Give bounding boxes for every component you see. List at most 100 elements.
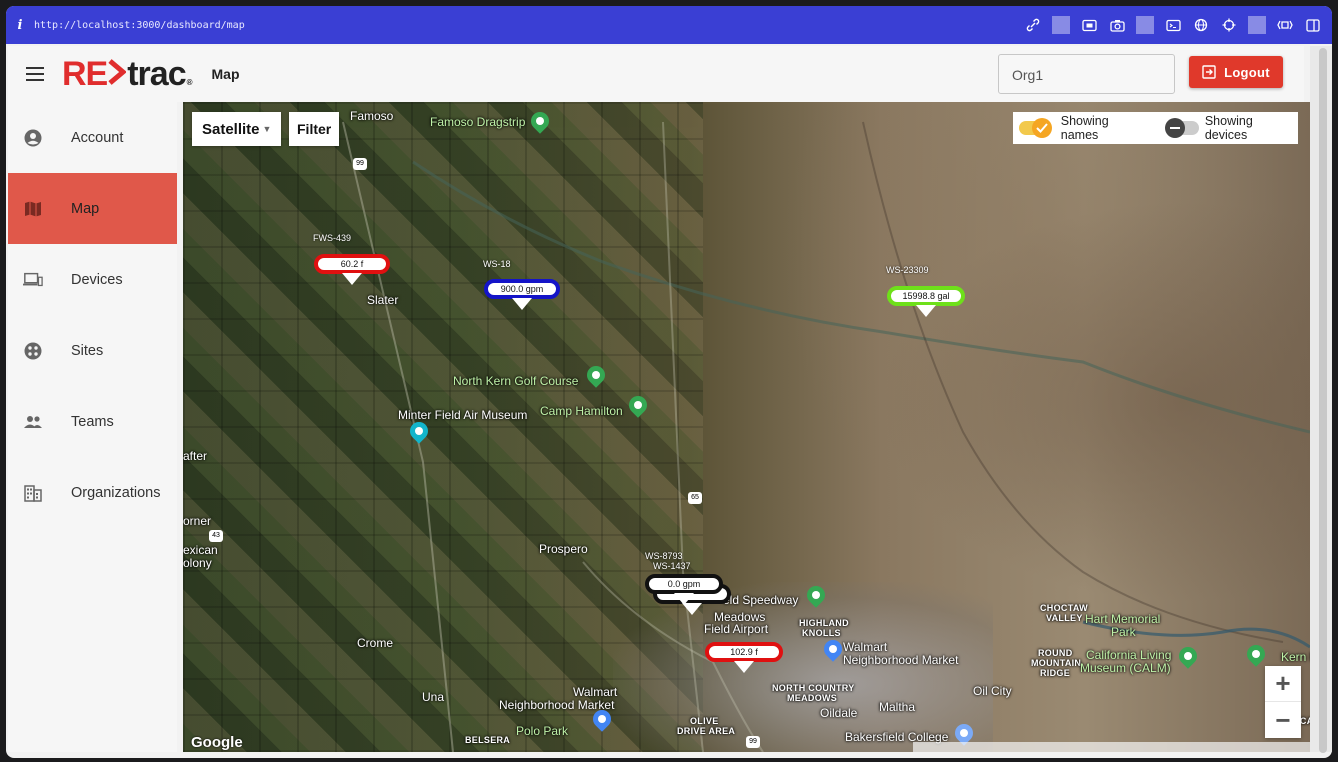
marker-pointer — [342, 273, 362, 285]
place-label: Neighborhood Market — [843, 653, 959, 667]
zoom-in-button[interactable]: + — [1265, 666, 1301, 702]
highway-shield: 99 — [353, 158, 367, 170]
logout-button[interactable]: Logout — [1189, 56, 1283, 88]
device-marker[interactable]: 102.9 f — [705, 642, 783, 673]
toolbar-separator — [1052, 16, 1070, 34]
marker-pointer — [512, 298, 532, 310]
map-toggles: Showing names Showing devices — [1013, 112, 1298, 144]
browser-window: i http://localhost:3000/dashboard/map RE… — [6, 6, 1332, 758]
org-select[interactable]: Org1 — [998, 54, 1175, 94]
device-marker[interactable]: 900.0 gpm — [484, 279, 560, 310]
place-label: exican — [183, 543, 218, 557]
map-attribution — [913, 742, 1310, 752]
marker-pointer — [734, 661, 754, 673]
marker-value: 102.9 f — [705, 642, 783, 662]
device-marker[interactable]: 15998.8 gal — [887, 286, 965, 317]
place-label: OLIVE — [690, 716, 719, 726]
redtrac-logo[interactable]: RE trac ® — [62, 57, 192, 91]
logout-icon — [1202, 65, 1216, 79]
marker-value: 0.0 gpm — [645, 574, 723, 594]
place-label: California Living — [1086, 648, 1172, 662]
place-label: Camp Hamilton — [540, 404, 623, 418]
screen-capture-icon[interactable] — [1080, 16, 1098, 34]
marker-pointer — [674, 593, 694, 605]
place-label: DRIVE AREA — [677, 726, 736, 736]
check-icon — [1032, 118, 1052, 138]
device-marker[interactable]: 0.0 gpm — [645, 574, 723, 605]
filter-button[interactable]: Filter — [289, 112, 340, 146]
marker-value: 60.2 f — [314, 254, 390, 274]
place-label: Museum (CALM) — [1080, 661, 1171, 675]
map-type-select[interactable]: Satellite ▼ — [192, 112, 282, 146]
devices-toggle-label: Showing devices — [1204, 114, 1253, 142]
browser-tools — [1024, 16, 1322, 34]
device-marker[interactable]: 60.2 f — [314, 254, 390, 285]
place-label: HIGHLAND — [799, 618, 849, 628]
place-label: orner — [183, 514, 212, 528]
sidebar-item-teams[interactable]: Teams — [8, 386, 177, 457]
names-toggle[interactable] — [1019, 118, 1052, 138]
place-label: KNOLLS — [802, 628, 841, 638]
minus-icon — [1165, 118, 1186, 138]
account-circle-icon — [23, 128, 43, 148]
marker-pointer — [916, 305, 936, 317]
link-icon[interactable] — [1024, 16, 1042, 34]
place-label: RIDGE — [1040, 668, 1071, 678]
place-label: Famoso — [350, 109, 394, 123]
sidebar-item-account[interactable]: Account — [8, 102, 177, 173]
highway-shield: 43 — [209, 530, 223, 542]
logo-chevron-icon — [108, 59, 127, 85]
place-label: CHOCTAW — [1040, 603, 1088, 613]
terminal-icon[interactable] — [1164, 16, 1182, 34]
zoom-out-button[interactable]: − — [1265, 702, 1301, 738]
place-label: Famoso Dragstrip — [430, 115, 526, 129]
highway-shield: 99 — [746, 736, 760, 748]
map-canvas[interactable]: Famoso Famoso Dragstrip Slater North Ker… — [183, 102, 1310, 752]
place-label: MOUNTAIN — [1031, 658, 1082, 668]
toolbar-separator — [1248, 16, 1266, 34]
names-toggle-label: Showing names — [1060, 114, 1109, 142]
google-logo: Google — [191, 734, 243, 751]
device-name-label: WS-23309 — [886, 265, 929, 275]
sidebar-item-label: Devices — [71, 271, 123, 288]
app-header: RE trac ® Map Org1 Logout — [8, 46, 1304, 102]
sidebar-item-label: Account — [71, 129, 124, 146]
browser-toolbar: i http://localhost:3000/dashboard/map — [6, 6, 1332, 44]
sidebar-item-sites[interactable]: Sites — [8, 315, 177, 386]
info-icon[interactable]: i — [6, 18, 34, 33]
place-label: Polo Park — [516, 724, 569, 738]
sites-icon — [23, 341, 43, 361]
devices-icon — [23, 270, 43, 290]
device-name-label: WS-18 — [483, 259, 511, 269]
place-label: VALLEY — [1046, 613, 1083, 623]
place-label: Oil City — [973, 684, 1012, 698]
sidebar-item-devices[interactable]: Devices — [8, 244, 177, 315]
place-label: Walmart — [843, 640, 888, 654]
sidebar-item-map[interactable]: Map — [8, 173, 177, 244]
place-label: Minter Field Air Museum — [398, 408, 528, 422]
place-label: Kern Riv — [1281, 650, 1310, 664]
extension-icon[interactable] — [1276, 16, 1294, 34]
marker-value: 900.0 gpm — [484, 279, 560, 299]
place-label: ROUND — [1038, 648, 1073, 658]
sidebar-toggle-icon[interactable] — [1304, 16, 1322, 34]
globe-icon[interactable] — [1192, 16, 1210, 34]
place-label: Crome — [357, 636, 394, 650]
sidebar-item-label: Sites — [71, 342, 104, 359]
place-label: Oildale — [820, 706, 858, 720]
place-label: after — [183, 449, 208, 463]
camera-icon[interactable] — [1108, 16, 1126, 34]
menu-button[interactable] — [8, 67, 62, 81]
toolbar-separator — [1136, 16, 1154, 34]
sidebar-item-label: Map — [71, 200, 100, 217]
map-icon — [23, 199, 43, 219]
devices-toggle[interactable] — [1165, 118, 1199, 138]
place-label: NORTH COUNTRY — [772, 683, 855, 693]
sidebar: Account Map Devices Sites Teams Organiza… — [8, 102, 177, 752]
page-scrollbar[interactable] — [1319, 48, 1327, 753]
dropdown-caret-icon: ▼ — [262, 124, 272, 134]
url-text[interactable]: http://localhost:3000/dashboard/map — [34, 20, 245, 31]
crosshair-icon[interactable] — [1220, 16, 1238, 34]
place-label: Field Airport — [704, 622, 769, 636]
sidebar-item-organizations[interactable]: Organizations — [8, 457, 177, 528]
